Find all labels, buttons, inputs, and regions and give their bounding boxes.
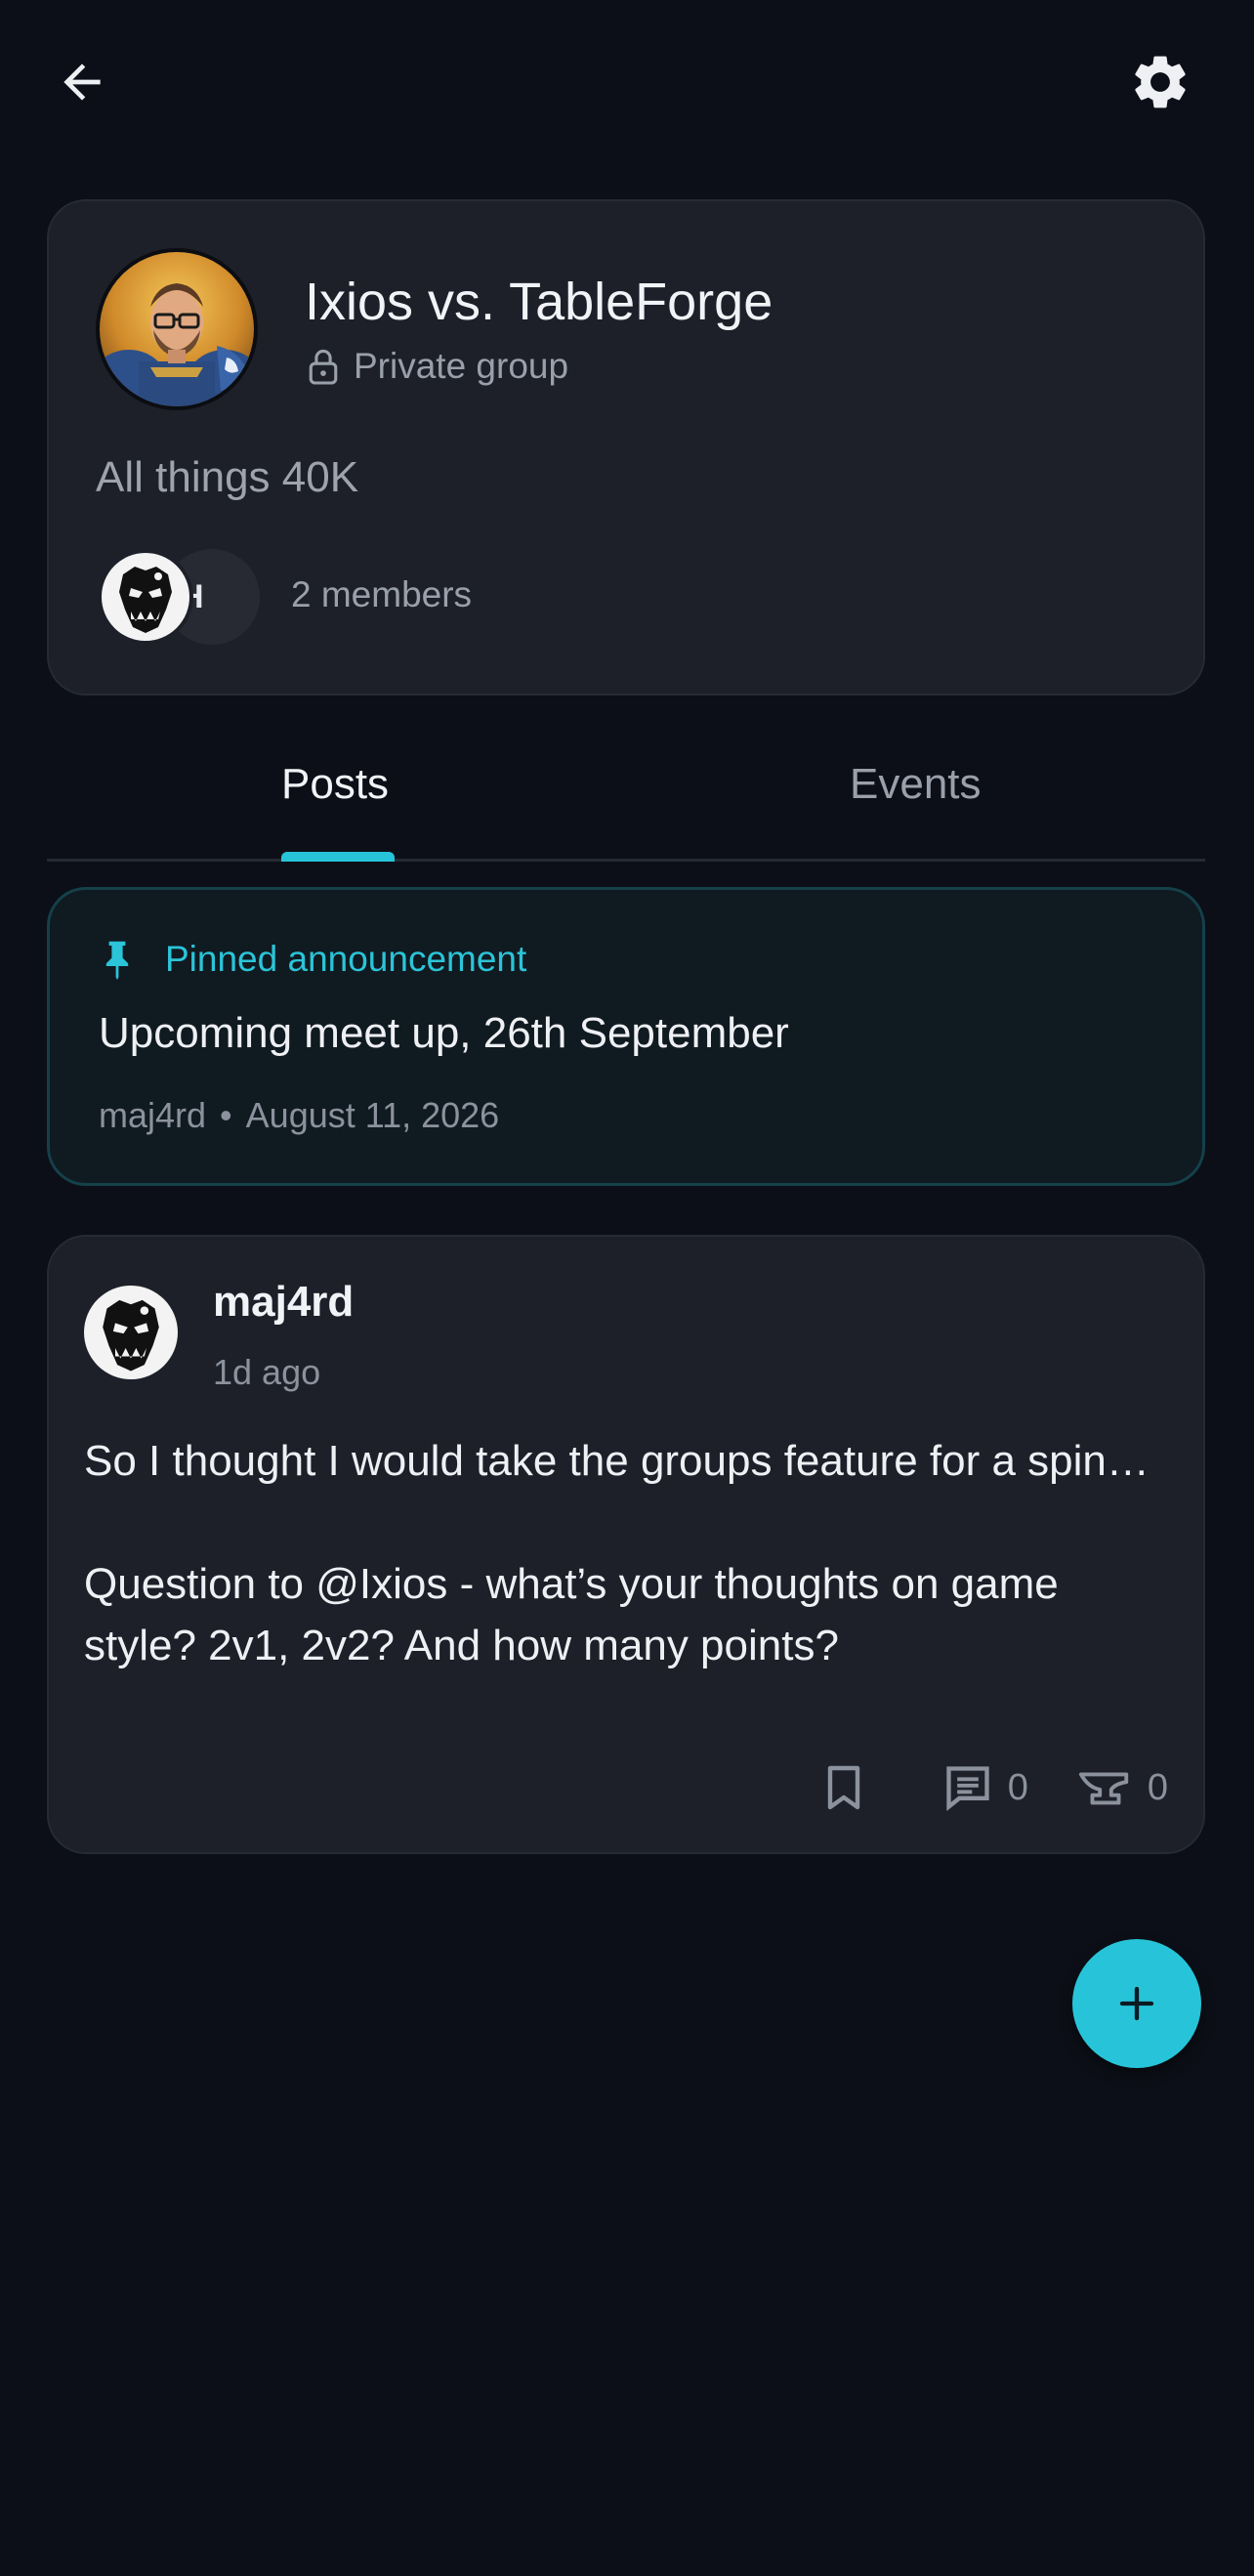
active-tab-indicator (281, 852, 395, 862)
gear-icon (1135, 56, 1186, 108)
post-paragraph: Question to @Ixios - what’s your thought… (84, 1560, 1059, 1669)
bookmark-button[interactable] (824, 1764, 863, 1811)
post-paragraph: So I thought I would take the groups fea… (84, 1437, 1150, 1485)
comments-button[interactable]: 0 (941, 1762, 1028, 1813)
member-avatar-orc (98, 549, 193, 645)
arrow-left-icon (63, 63, 101, 101)
tab-posts[interactable]: Posts (281, 760, 389, 809)
pinned-title: Upcoming meet up, 26th September (99, 1009, 789, 1057)
post-body: So I thought I would take the groups fea… (84, 1430, 1168, 1676)
group-card: Ixios vs. TableForge Private group All t… (47, 199, 1205, 696)
pinned-header: Pinned announcement (101, 939, 526, 980)
pin-icon (105, 941, 129, 980)
post-author[interactable]: maj4rd (213, 1278, 354, 1327)
group-avatar (96, 248, 258, 410)
comment-icon (946, 1766, 989, 1812)
tab-events[interactable]: Events (850, 760, 982, 809)
orc-skull-icon (103, 1299, 159, 1372)
group-description: All things 40K (96, 453, 359, 501)
meta-separator: • (220, 1095, 232, 1135)
anvil-button[interactable]: 0 (1077, 1767, 1168, 1809)
member-count[interactable]: 2 members (291, 574, 472, 615)
comment-count: 0 (1007, 1766, 1028, 1808)
bookmark-icon (827, 1765, 859, 1810)
pinned-author: maj4rd (99, 1095, 207, 1135)
pinned-date: August 11, 2026 (245, 1095, 500, 1135)
post-card[interactable]: maj4rd 1d ago So I thought I would take … (47, 1235, 1205, 1854)
member-avatars[interactable]: H (98, 549, 264, 647)
orc-skull-icon (119, 567, 172, 633)
settings-button[interactable] (1121, 43, 1199, 121)
post-timestamp: 1d ago (213, 1352, 321, 1392)
back-button[interactable] (43, 43, 121, 121)
post-actions: 0 0 (824, 1762, 1168, 1813)
plus-icon (1119, 1986, 1154, 2021)
group-title: Ixios vs. TableForge (305, 273, 773, 331)
post-author-avatar[interactable] (84, 1286, 178, 1379)
anvil-count: 0 (1147, 1766, 1168, 1808)
pinned-meta: maj4rd • August 11, 2026 (99, 1095, 499, 1136)
pinned-label: Pinned announcement (165, 939, 527, 979)
lock-icon (309, 349, 338, 385)
group-avatar-illustration (100, 252, 254, 406)
privacy-label: Private group (354, 346, 569, 386)
pinned-announcement-card[interactable]: Pinned announcement Upcoming meet up, 26… (47, 887, 1205, 1186)
anvil-icon (1078, 1772, 1129, 1805)
tab-bar: Posts Events (47, 739, 1205, 862)
create-post-button[interactable] (1072, 1939, 1201, 2068)
privacy-indicator: Private group (307, 346, 568, 387)
